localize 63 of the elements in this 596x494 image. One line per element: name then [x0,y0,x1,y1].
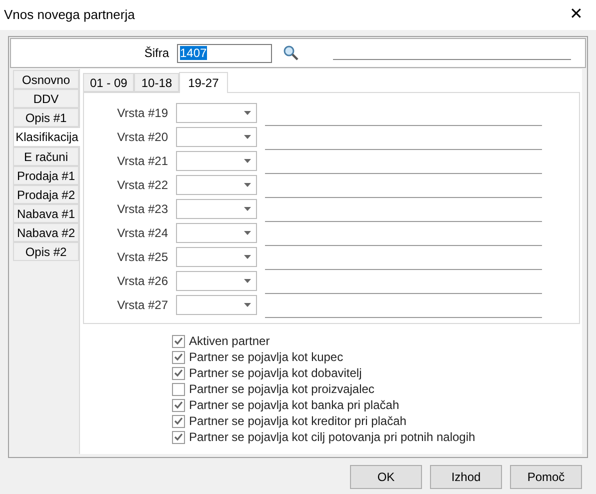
side-tab[interactable]: Prodaja #1 [13,166,79,185]
caret-icon [244,135,251,139]
checkbox-label: Partner se pojavlja kot dobavitelj [189,365,362,382]
field-label: Vrsta #27 [116,297,168,314]
checkbox[interactable] [172,334,185,348]
caret-icon [244,159,251,163]
field-label: Vrsta #24 [116,225,168,242]
window-title: Vnos novega partnerja [4,6,135,24]
caret-icon [244,231,251,235]
side-tab[interactable]: DDV [13,89,79,108]
tab[interactable]: 01 - 09 [83,73,134,92]
checkbox[interactable] [172,414,185,428]
dropdown-field[interactable] [176,151,257,171]
checkbox[interactable] [172,350,185,364]
field-label: Vrsta #20 [116,129,168,146]
caret-icon [244,111,251,115]
side-tab[interactable]: Klasifikacija [13,127,80,147]
dropdown-field[interactable] [176,247,257,267]
dialog-button[interactable]: Pomoč [510,465,582,489]
field-label: Vrsta #22 [116,177,168,194]
caret-icon [244,279,251,283]
code-label: Šifra [143,45,169,62]
caret-icon [244,207,251,211]
checkbox[interactable] [172,430,185,444]
field-label: Vrsta #19 [116,105,168,122]
checkbox-label: Aktiven partner [189,333,270,350]
search-icon[interactable] [283,45,299,61]
field-label: Vrsta #25 [116,249,168,266]
checkbox-label: Partner se pojavlja kot kupec [189,349,344,366]
tab[interactable]: 19-27 [179,72,228,93]
dropdown-field[interactable] [176,271,257,291]
field-label: Vrsta #21 [116,153,168,170]
code-field[interactable]: 1407 [177,44,272,62]
side-tab[interactable]: Opis #1 [13,108,79,127]
caret-icon [244,255,251,259]
side-tab[interactable]: Nabava #2 [13,223,79,242]
dialog-button[interactable]: OK [350,465,422,489]
side-tab[interactable]: Opis #2 [13,242,79,261]
side-tab[interactable]: Nabava #1 [13,204,79,223]
checkbox-label: Partner se pojavlja kot kreditor pri plačah [189,413,406,430]
side-tab[interactable]: Osnovno [13,70,79,89]
side-tab[interactable]: E računi [13,147,79,166]
code-value: 1407 [180,46,207,60]
side-tab[interactable]: Prodaja #2 [13,185,79,204]
dialog-button[interactable]: Izhod [430,465,502,489]
caret-icon [244,303,251,307]
dropdown-field[interactable] [176,175,257,195]
tab[interactable]: 10-18 [134,73,180,92]
checkbox[interactable] [172,382,185,396]
dropdown-field[interactable] [176,103,257,123]
close-button[interactable]: ✕ [566,5,586,25]
checkbox-label: Partner se pojavlja kot cilj potovanja pri potnih nalogih [189,429,476,446]
dropdown-field[interactable] [176,199,257,219]
checkbox[interactable] [172,366,185,380]
field-label: Vrsta #23 [116,201,168,218]
dropdown-field[interactable] [176,223,257,243]
field-label: Vrsta #26 [116,273,168,290]
caret-icon [244,183,251,187]
checkbox-label: Partner se pojavlja kot banka pri plačah [189,397,400,414]
dropdown-field[interactable] [176,295,257,315]
dropdown-field[interactable] [176,127,257,147]
checkbox[interactable] [172,398,185,412]
checkbox-label: Partner se pojavlja kot proizvajalec [189,381,374,398]
